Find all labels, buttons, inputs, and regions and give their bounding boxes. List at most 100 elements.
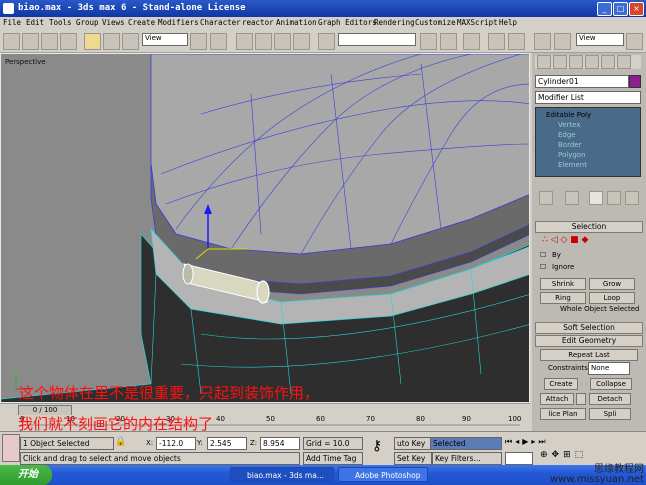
render-scene-icon[interactable] — [554, 33, 571, 50]
menu-animation[interactable]: Animation — [276, 18, 317, 27]
pin-stack-icon[interactable] — [539, 191, 553, 205]
z-coord-field[interactable]: 8.954 — [260, 437, 300, 450]
viewport-navigation-icons[interactable]: ⊕✥⊞⬚ — [540, 450, 640, 464]
key-filters-button[interactable]: Key Filters... — [432, 452, 502, 465]
pivot-icon[interactable] — [190, 33, 207, 50]
percent-snap-icon[interactable] — [274, 33, 291, 50]
menu-customize[interactable]: Customize — [415, 18, 456, 27]
quick-render-icon[interactable] — [626, 33, 643, 50]
add-time-tag-button[interactable]: Add Time Tag — [303, 452, 363, 465]
select-object-icon[interactable] — [41, 33, 58, 50]
shrink-button[interactable]: Shrink — [540, 278, 586, 290]
attach-list-button[interactable] — [576, 393, 586, 405]
menu-modifiers[interactable]: Modifiers — [158, 18, 199, 27]
select-link-icon[interactable] — [22, 33, 39, 50]
repeat-last-button[interactable]: Repeat Last — [540, 349, 638, 361]
y-coord-field[interactable]: 2.545 — [207, 437, 247, 450]
undo-icon[interactable] — [3, 33, 20, 50]
select-manipulate-icon[interactable] — [210, 33, 227, 50]
make-unique-icon[interactable] — [589, 191, 603, 205]
menu-tools[interactable]: Tools — [49, 18, 72, 27]
menu-views[interactable]: Views — [102, 18, 125, 27]
material-editor-icon[interactable] — [534, 33, 551, 50]
split-checkbox[interactable]: Spli — [589, 408, 631, 420]
create-tab-icon[interactable] — [537, 55, 551, 69]
grow-button[interactable]: Grow — [589, 278, 635, 290]
auto-key-button[interactable]: uto Key — [394, 437, 432, 450]
utilities-tab-icon[interactable] — [617, 55, 631, 69]
menu-help[interactable]: Help — [499, 18, 517, 27]
rotate-icon[interactable] — [103, 33, 120, 50]
maxscript-listener-icon[interactable] — [2, 434, 20, 462]
set-key-button[interactable]: Set Key — [394, 452, 432, 465]
scale-icon[interactable] — [122, 33, 139, 50]
menu-group[interactable]: Group — [76, 18, 99, 27]
ignore-backfacing-checkbox[interactable]: ☐ — [540, 263, 546, 271]
align-icon[interactable] — [440, 33, 457, 50]
modify-tab-icon[interactable] — [553, 55, 567, 69]
stack-editable-poly[interactable]: Editable Poly — [546, 111, 591, 119]
task-photoshop[interactable]: Adobe Photoshop — [338, 467, 428, 482]
by-vertex-checkbox[interactable]: ☐ — [540, 251, 546, 259]
show-end-result-icon[interactable] — [565, 191, 579, 205]
stack-polygon[interactable]: Polygon — [558, 151, 586, 159]
object-color-swatch[interactable] — [629, 75, 641, 88]
stack-vertex[interactable]: Vertex — [558, 121, 581, 129]
loop-button[interactable]: Loop — [589, 292, 635, 304]
schematic-icon[interactable] — [508, 33, 525, 50]
playback-controls[interactable]: ⏮◂▶▸⏭ — [505, 437, 615, 449]
stack-edge[interactable]: Edge — [558, 131, 576, 139]
named-selection-icon[interactable] — [318, 33, 335, 50]
display-tab-icon[interactable] — [601, 55, 615, 69]
soft-selection-rollout-header[interactable]: Soft Selection — [535, 322, 643, 334]
select-by-name-icon[interactable] — [60, 33, 77, 50]
menu-reactor[interactable]: reactor — [242, 18, 274, 27]
modifier-list-dropdown[interactable]: Modifier List — [535, 91, 641, 104]
remove-modifier-icon[interactable] — [607, 191, 621, 205]
ring-button[interactable]: Ring — [540, 292, 586, 304]
move-icon[interactable] — [84, 33, 101, 50]
menu-file[interactable]: File — [3, 18, 21, 27]
menu-rendering[interactable]: Rendering — [374, 18, 415, 27]
configure-sets-icon[interactable] — [625, 191, 639, 205]
attach-button[interactable]: Attach — [540, 393, 574, 405]
mirror-icon[interactable] — [420, 33, 437, 50]
snap-icon[interactable] — [236, 33, 253, 50]
menu-character[interactable]: Character — [200, 18, 241, 27]
detach-button[interactable]: Detach — [589, 393, 631, 405]
x-coord-field[interactable]: -112.0 — [156, 437, 196, 450]
collapse-button[interactable]: Collapse — [590, 378, 632, 390]
layer-icon[interactable] — [463, 33, 480, 50]
menu-edit[interactable]: Edit — [26, 18, 44, 27]
menu-maxscript[interactable]: MAXScript — [457, 18, 498, 27]
close-button[interactable]: × — [629, 2, 644, 16]
angle-snap-icon[interactable] — [255, 33, 272, 50]
start-button[interactable]: 开始 — [0, 465, 52, 485]
maximize-button[interactable]: □ — [613, 2, 628, 16]
lock-selection-icon[interactable]: 🔒 — [114, 437, 128, 448]
menu-graph-editors[interactable]: Graph Editors — [318, 18, 377, 27]
render-type-dropdown[interactable]: View — [576, 33, 624, 46]
menu-create[interactable]: Create — [128, 18, 155, 27]
current-frame-field[interactable] — [505, 452, 533, 465]
spinner-snap-icon[interactable] — [293, 33, 310, 50]
reference-coord-dropdown[interactable]: View — [142, 33, 188, 46]
slice-plane-button[interactable]: lice Plan — [540, 408, 586, 420]
object-name-field[interactable]: Cylinder01 — [535, 75, 629, 88]
create-button[interactable]: Create — [544, 378, 578, 390]
motion-tab-icon[interactable] — [585, 55, 599, 69]
stack-border[interactable]: Border — [558, 141, 581, 149]
hierarchy-tab-icon[interactable] — [569, 55, 583, 69]
edit-geometry-rollout-header[interactable]: Edit Geometry — [535, 335, 643, 347]
constraints-dropdown[interactable]: None — [588, 362, 630, 375]
stack-element[interactable]: Element — [558, 161, 587, 169]
minimize-button[interactable]: _ — [597, 2, 612, 16]
key-selection-dropdown[interactable]: Selected — [430, 437, 502, 450]
perspective-viewport[interactable]: Perspective 这个物体在里不是很重要，只起到装饰作用， — [0, 53, 530, 403]
selection-rollout-header[interactable]: Selection — [535, 221, 643, 233]
key-icon[interactable]: ⚷ — [365, 438, 389, 462]
named-selection-dropdown[interactable] — [338, 33, 416, 46]
subobject-level-icons[interactable]: ∴ ◁ ◇ ■ ◆ — [542, 235, 638, 245]
task-3dsmax[interactable]: biao.max - 3ds ma... — [230, 467, 334, 482]
curve-editor-icon[interactable] — [488, 33, 505, 50]
